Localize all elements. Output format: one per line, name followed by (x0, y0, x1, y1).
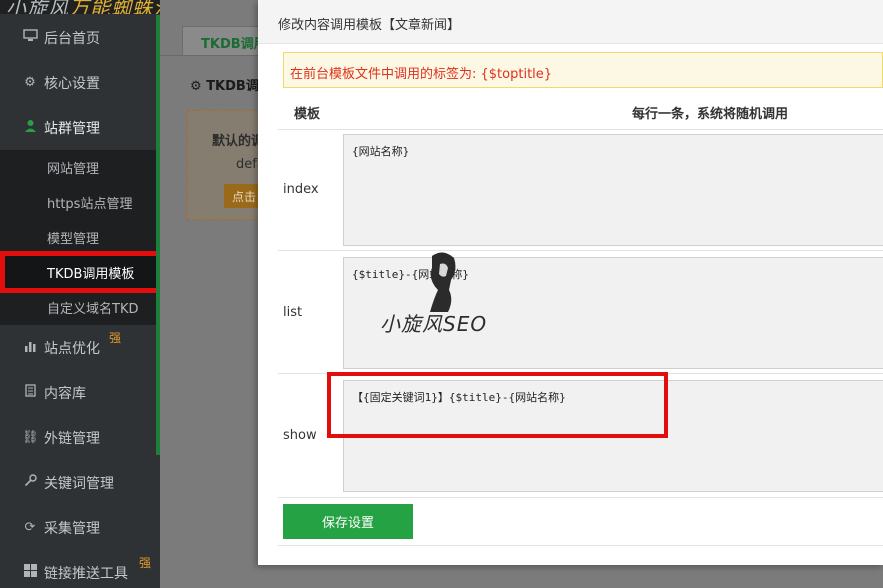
sidebar-item-label: 链接推送工具 (44, 565, 128, 582)
modal-title: 修改内容调用模板【文章新闻】 (278, 18, 461, 33)
index-template-textarea[interactable]: {网站名称} (343, 134, 883, 246)
row-label: index (283, 182, 319, 197)
sidebar-item-external-links[interactable]: ⛓ 外链管理 (0, 415, 160, 460)
document-icon (22, 384, 38, 401)
content-edge (156, 15, 160, 455)
submenu-item-label: 网站管理 (47, 162, 100, 177)
template-card-title: 默认的调用模板 (212, 134, 260, 149)
refresh-icon: ⟳ (24, 520, 36, 535)
windows-icon (22, 564, 38, 581)
sidebar-item-link-push[interactable]: 链接推送工具 (0, 550, 160, 588)
sidebar-item-label: 关键词管理 (44, 475, 114, 492)
sidebar-item-collect[interactable]: ⟳ 采集管理 (0, 505, 160, 550)
link-icon: ⛓ (22, 430, 39, 445)
watermark-text: 小旋风SEO (380, 312, 488, 336)
submenu-item-label: 自定义域名TKD (47, 302, 139, 317)
sidebar-item-label: 站点优化 (44, 340, 100, 357)
sidebar-item-site-optimize[interactable]: 站点优化 (0, 325, 160, 370)
sidebar: 小旋风万能蜘蛛池 后台首页 ⚙ 核心设置 站群管理 网站管理 https站点管理… (0, 0, 160, 588)
submenu-item-https[interactable]: https站点管理 (0, 185, 160, 220)
highlight-box-show (327, 372, 668, 438)
sidebar-submenu: 网站管理 https站点管理 模型管理 TKDB调用模板 自定义域名TKD (0, 150, 160, 325)
gear-icon: ⚙ (24, 75, 36, 90)
monitor-icon (22, 29, 38, 46)
sidebar-item-site-group[interactable]: 站群管理 (0, 105, 160, 150)
strong-badge: 强 (109, 331, 122, 345)
sidebar-item-keywords[interactable]: 关键词管理 (0, 460, 160, 505)
row-label: show (283, 428, 317, 443)
save-settings-button[interactable]: 保存设置 (283, 504, 413, 539)
bar-chart-icon (22, 339, 38, 356)
panel-title: ⚙ TKDB调用模板 (190, 79, 260, 94)
logo: 小旋风万能蜘蛛池 (0, 0, 160, 14)
sidebar-item-label: 外链管理 (44, 430, 100, 447)
watermark: 小旋风SEO (380, 250, 510, 336)
sidebar-item-label: 核心设置 (44, 75, 100, 92)
submenu-item-site-manage[interactable]: 网站管理 (0, 150, 160, 185)
table-row: list {$title}-{网站名称} (278, 251, 883, 374)
table-header: 模板 每行一条，系统将随机调用 (278, 94, 883, 130)
sidebar-item-label: 内容库 (44, 385, 86, 402)
edit-template-modal: 修改内容调用模板【文章新闻】 在前台模板文件中调用的标签为: {$toptitl… (258, 0, 883, 565)
submenu-item-model[interactable]: 模型管理 (0, 220, 160, 255)
modal-header: 修改内容调用模板【文章新闻】 (258, 0, 883, 44)
sidebar-item-label: 后台首页 (44, 30, 100, 47)
tag-notice: 在前台模板文件中调用的标签为: {$toptitle} (283, 52, 883, 88)
sidebar-item-core-settings[interactable]: ⚙ 核心设置 (0, 60, 160, 105)
column-template: 模板 (294, 107, 321, 122)
tab-divider (160, 55, 260, 56)
sidebar-item-home[interactable]: 后台首页 (0, 15, 160, 60)
tab-tkdb-template[interactable]: TKDB调用模板 (182, 26, 262, 56)
footer-divider (278, 545, 883, 546)
row-label: list (283, 305, 303, 320)
key-icon (22, 474, 38, 491)
logo-left-text: 小旋风 (6, 0, 69, 14)
logo-right-text: 万能蜘蛛池 (69, 0, 160, 14)
sidebar-item-label: 采集管理 (44, 520, 100, 537)
user-icon (22, 119, 38, 136)
sidebar-item-content-library[interactable]: 内容库 (0, 370, 160, 415)
table-row: index {网站名称} (278, 130, 883, 251)
submenu-item-label: https站点管理 (47, 197, 133, 212)
submenu-item-custom-domain-tkd[interactable]: 自定义域名TKD (0, 290, 160, 325)
strong-badge: 强 (139, 556, 152, 570)
template-card-button[interactable]: 点击 (224, 184, 262, 208)
watermark-portrait-icon (430, 252, 456, 312)
submenu-item-label: 模型管理 (47, 232, 100, 247)
column-description: 每行一条，系统将随机调用 (632, 107, 789, 122)
sidebar-item-label: 站群管理 (44, 120, 100, 137)
template-card-name: default (236, 157, 260, 172)
